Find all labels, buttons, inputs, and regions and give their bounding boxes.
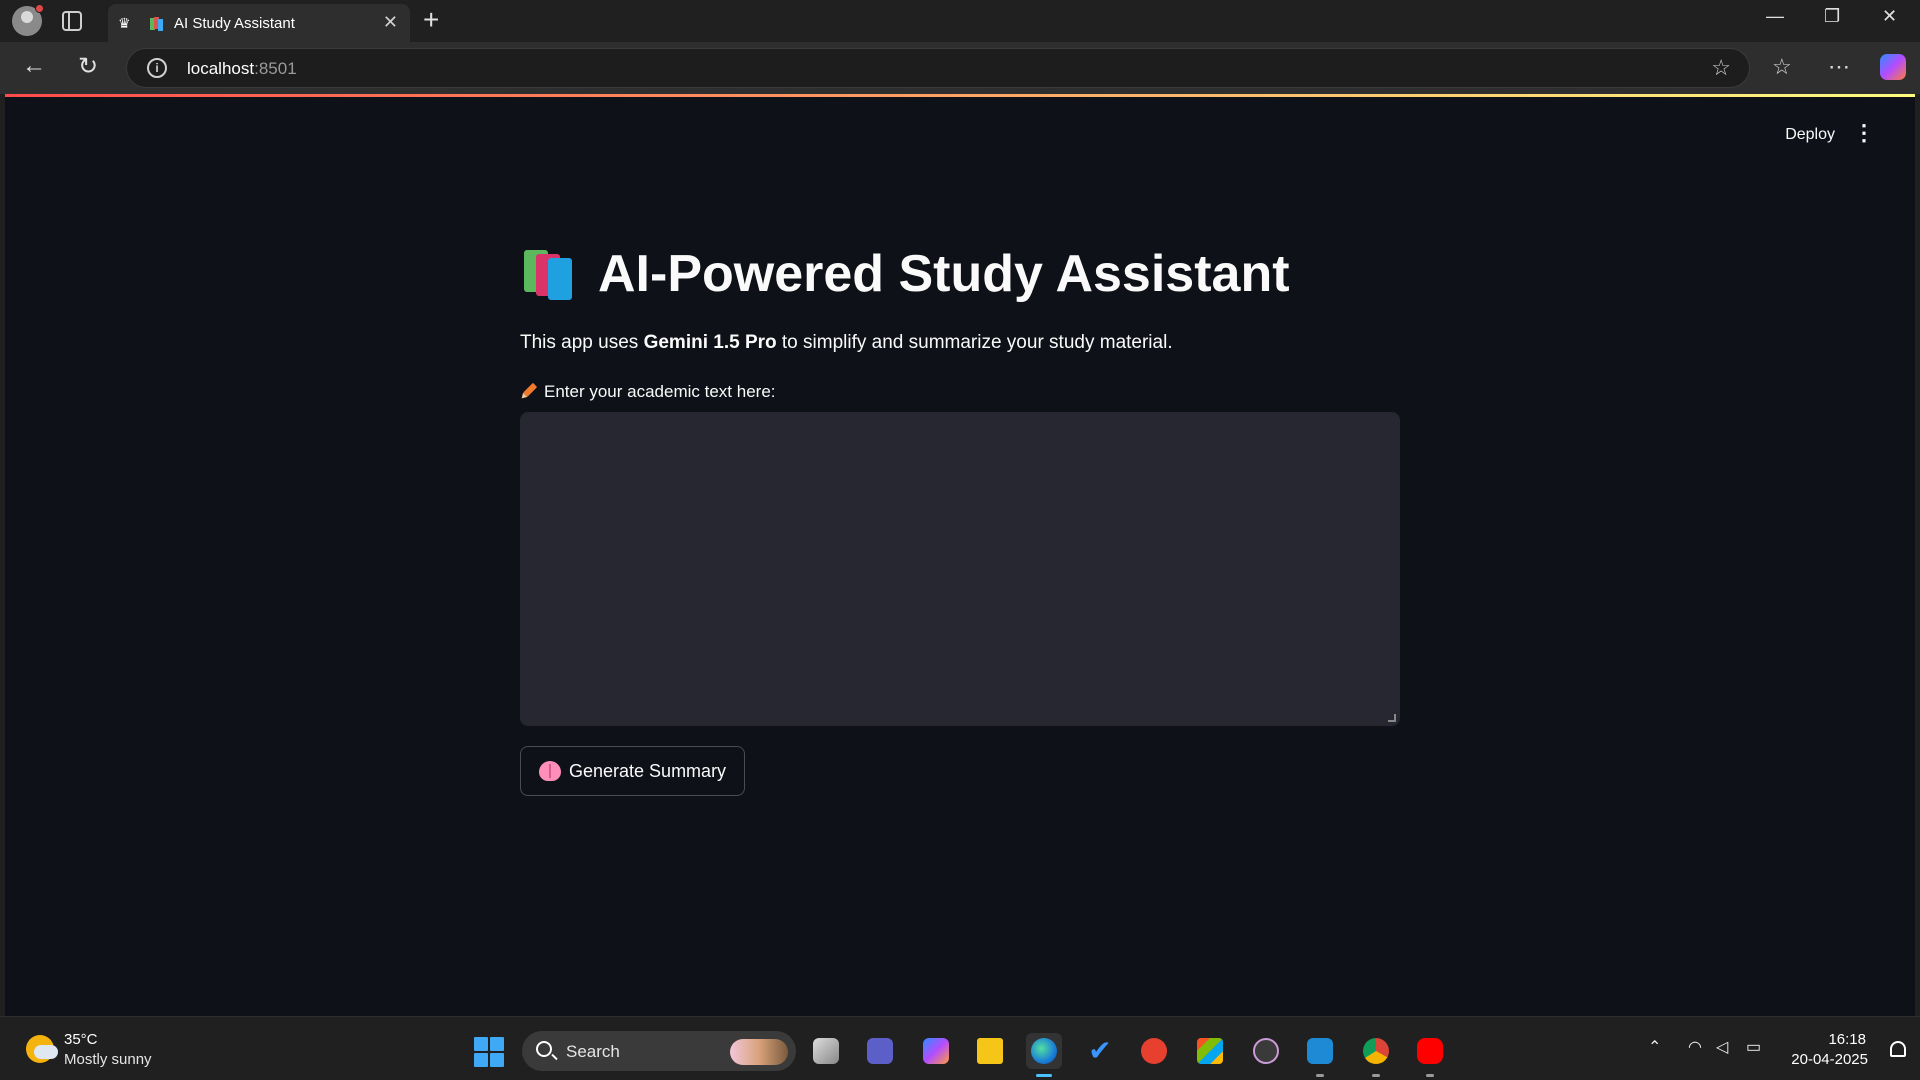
clock-time[interactable]: 16:18 xyxy=(1828,1031,1866,1048)
browser-toolbar: ← ↻ i localhost:8501 ☆ ☆ ⋯ xyxy=(0,42,1920,94)
back-arrow-icon[interactable]: ← xyxy=(22,52,46,80)
academic-text-area[interactable] xyxy=(520,412,1400,726)
file-explorer-icon[interactable] xyxy=(972,1033,1008,1069)
tab-title: AI Study Assistant xyxy=(174,15,295,32)
restore-button[interactable]: ❐ xyxy=(1824,6,1840,27)
notification-dot xyxy=(35,4,44,13)
page-title: AI-Powered Study Assistant xyxy=(520,244,1400,304)
profile-avatar-icon[interactable] xyxy=(12,4,44,36)
text-input-label: Enter your academic text here: xyxy=(520,382,1400,402)
clock-date[interactable]: 20-04-2025 xyxy=(1791,1051,1868,1068)
books-favicon-icon xyxy=(150,17,164,31)
vertical-tabs-icon[interactable] xyxy=(62,11,82,31)
pencil-emoji-icon xyxy=(517,381,540,404)
weather-temperature[interactable]: 35°C xyxy=(64,1031,98,1048)
vscode-icon[interactable] xyxy=(1302,1033,1338,1077)
taskbar-search[interactable]: Search xyxy=(522,1031,796,1071)
favorites-icon[interactable]: ☆ xyxy=(1772,54,1792,80)
windows-taskbar: 35°C Mostly sunny Search ✔ ⌃ ◠ ◁ ▭ 16:18… xyxy=(0,1016,1920,1080)
task-view-icon[interactable] xyxy=(808,1033,844,1069)
reload-icon[interactable]: ↻ xyxy=(78,52,98,81)
teams-icon[interactable] xyxy=(862,1033,898,1069)
todo-check-icon[interactable]: ✔ xyxy=(1082,1033,1118,1069)
text-input-label-text: Enter your academic text here: xyxy=(544,382,776,401)
minimize-button[interactable]: — xyxy=(1766,6,1784,27)
favorite-star-icon[interactable]: ☆ xyxy=(1711,55,1731,81)
address-bar[interactable]: i localhost:8501 ☆ xyxy=(126,48,1750,88)
browser-tab-bar: ♛ AI Study Assistant ✕ + — ❐ ✕ xyxy=(0,0,1920,42)
search-highlight-art xyxy=(730,1039,788,1065)
site-info-icon[interactable]: i xyxy=(147,58,167,78)
deploy-button[interactable]: Deploy xyxy=(1785,126,1835,144)
notification-bell-icon[interactable] xyxy=(1890,1041,1906,1057)
tab-close-icon[interactable]: ✕ xyxy=(383,12,398,33)
wps-office-icon[interactable] xyxy=(1136,1033,1172,1069)
app-header-decoration xyxy=(5,94,1915,97)
weather-sun-cloud-icon[interactable] xyxy=(26,1035,58,1063)
browser-tab-active[interactable]: ♛ AI Study Assistant ✕ xyxy=(108,4,410,42)
new-tab-button[interactable]: + xyxy=(423,4,439,36)
app-description: This app uses Gemini 1.5 Pro to simplify… xyxy=(520,332,1173,353)
volume-icon[interactable]: ◁ xyxy=(1716,1037,1728,1057)
page-title-text: AI-Powered Study Assistant xyxy=(598,245,1290,303)
workspace-crown-icon: ♛ xyxy=(118,15,131,31)
model-name: Gemini 1.5 Pro xyxy=(643,332,777,353)
youtube-icon[interactable] xyxy=(1412,1033,1448,1077)
generate-summary-label: Generate Summary xyxy=(569,760,727,781)
weather-condition[interactable]: Mostly sunny xyxy=(64,1051,152,1068)
chrome-icon[interactable] xyxy=(1358,1033,1394,1077)
app-viewport: Deploy ⋮ AI-Powered Study Assistant This… xyxy=(5,94,1915,1016)
brain-emoji-icon xyxy=(539,761,561,781)
edge-icon[interactable] xyxy=(1026,1033,1062,1077)
main-menu-icon[interactable]: ⋮ xyxy=(1853,122,1875,144)
more-options-icon[interactable]: ⋯ xyxy=(1828,54,1850,80)
media-player-icon[interactable] xyxy=(1248,1033,1284,1069)
copilot-icon[interactable] xyxy=(1880,54,1906,80)
microsoft-store-icon[interactable] xyxy=(1192,1033,1228,1069)
search-icon xyxy=(536,1041,552,1057)
generate-summary-button[interactable]: Generate Summary xyxy=(520,746,745,796)
search-label: Search xyxy=(566,1042,620,1061)
battery-icon[interactable]: ▭ xyxy=(1746,1037,1761,1057)
url-text[interactable]: localhost:8501 xyxy=(187,59,297,79)
main-content: AI-Powered Study Assistant This app uses… xyxy=(520,244,1400,796)
books-emoji-icon xyxy=(520,248,578,300)
show-hidden-icons-chevron[interactable]: ⌃ xyxy=(1648,1037,1661,1057)
start-windows-icon[interactable] xyxy=(474,1037,504,1067)
resize-handle-icon[interactable] xyxy=(1388,714,1396,722)
wifi-icon[interactable]: ◠ xyxy=(1688,1037,1702,1057)
copilot-app-icon[interactable] xyxy=(918,1033,954,1069)
close-window-button[interactable]: ✕ xyxy=(1882,6,1897,27)
